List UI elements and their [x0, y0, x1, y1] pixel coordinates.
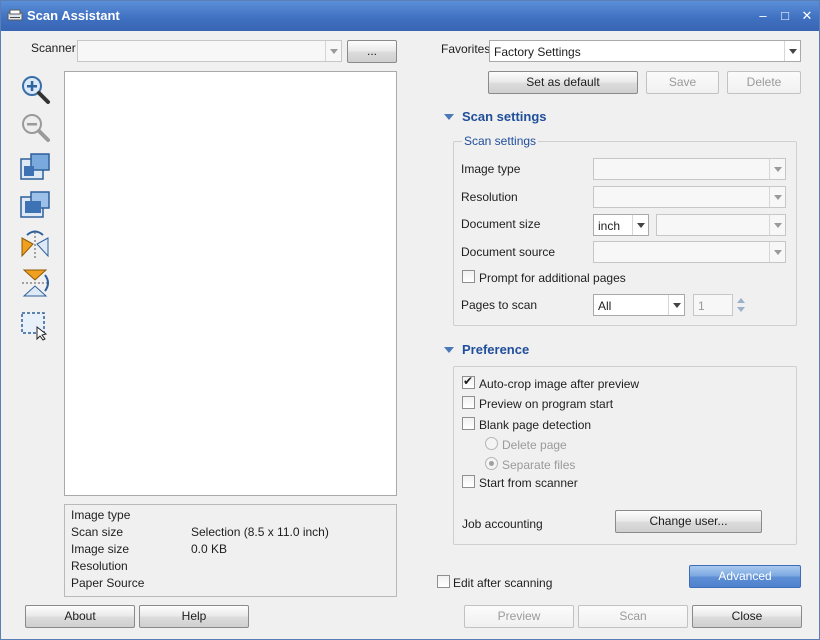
fit-page-icon[interactable] — [19, 151, 51, 183]
pages-count-spinner[interactable]: 1 — [693, 294, 745, 316]
select-area-icon[interactable] — [19, 309, 51, 341]
scanner-select[interactable] — [77, 40, 342, 62]
separate-files-radio[interactable] — [485, 457, 498, 470]
chevron-down-icon — [769, 242, 785, 262]
chevron-down-icon — [784, 41, 800, 61]
preference-heading[interactable]: Preference — [462, 342, 529, 357]
edit-after-scanning-checkbox[interactable] — [437, 575, 450, 588]
flip-horizontal-icon[interactable] — [19, 228, 51, 260]
zoom-in-icon[interactable] — [19, 73, 51, 105]
scanner-browse-button[interactable]: ... — [347, 40, 397, 63]
close-icon[interactable]: ✕ — [798, 7, 816, 25]
delete-page-radio[interactable] — [485, 437, 498, 450]
prompt-additional-pages-label[interactable]: Prompt for additional pages — [479, 271, 626, 285]
document-size-label: Document size — [461, 217, 541, 231]
about-button[interactable]: About — [25, 605, 135, 628]
autocrop-label[interactable]: Auto-crop image after preview — [479, 377, 639, 391]
favorites-value: Factory Settings — [494, 45, 581, 59]
scan-settings-group-label: Scan settings — [462, 134, 539, 148]
chevron-down-icon — [769, 187, 785, 207]
delete-button[interactable]: Delete — [727, 71, 801, 94]
document-size-select[interactable] — [656, 214, 786, 236]
flip-vertical-icon[interactable] — [19, 267, 51, 299]
preview-button[interactable]: Preview — [464, 605, 574, 628]
help-button[interactable]: Help — [139, 605, 249, 628]
scan-button[interactable]: Scan — [578, 605, 688, 628]
pages-count-value: 1 — [698, 299, 705, 313]
blank-page-checkbox[interactable] — [462, 417, 475, 430]
document-size-unit-value: inch — [598, 219, 621, 233]
close-button[interactable]: Close — [692, 605, 802, 628]
favorites-label: Favorites — [441, 42, 491, 56]
info-label-scan-size: Scan size — [71, 525, 124, 539]
chevron-down-icon — [668, 295, 684, 315]
collapse-triangle-icon[interactable] — [444, 114, 454, 120]
document-source-select[interactable] — [593, 241, 786, 263]
info-label-image-type: Image type — [71, 508, 131, 522]
minimize-icon[interactable]: – — [754, 7, 772, 25]
favorites-select[interactable]: Factory Settings — [489, 40, 801, 62]
scanner-label: Scanner — [31, 41, 76, 55]
pages-to-scan-value: All — [598, 299, 612, 313]
change-user-button[interactable]: Change user... — [615, 510, 762, 533]
image-type-select[interactable] — [593, 158, 786, 180]
window-title: Scan Assistant — [27, 8, 120, 23]
chevron-down-icon — [325, 41, 341, 61]
document-source-label: Document source — [461, 245, 556, 259]
collapse-triangle-icon[interactable] — [444, 347, 454, 353]
separate-files-label[interactable]: Separate files — [502, 458, 575, 472]
info-label-paper-source: Paper Source — [71, 576, 145, 590]
delete-page-label[interactable]: Delete page — [502, 438, 567, 452]
start-from-scanner-label[interactable]: Start from scanner — [479, 476, 578, 490]
preview-on-start-label[interactable]: Preview on program start — [479, 397, 613, 411]
pages-to-scan-select[interactable]: All — [593, 294, 685, 316]
scan-settings-heading[interactable]: Scan settings — [462, 109, 547, 124]
chevron-down-icon — [632, 215, 648, 235]
fit-width-icon[interactable] — [19, 189, 51, 221]
info-value-scan-size: Selection (8.5 x 11.0 inch) — [191, 525, 329, 539]
set-as-default-button[interactable]: Set as default — [488, 71, 638, 94]
info-label-image-size: Image size — [71, 542, 130, 556]
document-size-unit-select[interactable]: inch — [593, 214, 649, 236]
advanced-button[interactable]: Advanced — [689, 565, 801, 588]
autocrop-checkbox[interactable] — [462, 374, 475, 389]
pages-to-scan-label: Pages to scan — [461, 298, 538, 312]
preview-on-start-checkbox[interactable] — [462, 396, 475, 409]
info-label-resolution: Resolution — [71, 559, 128, 573]
prompt-additional-pages-checkbox[interactable] — [462, 270, 475, 283]
chevron-down-icon — [769, 215, 785, 235]
scanner-app-icon — [7, 9, 23, 21]
save-button[interactable]: Save — [646, 71, 719, 94]
preview-area[interactable] — [64, 71, 397, 496]
maximize-icon[interactable]: □ — [776, 7, 794, 25]
resolution-select[interactable] — [593, 186, 786, 208]
title-bar[interactable]: Scan Assistant – □ ✕ — [1, 1, 819, 31]
image-type-label: Image type — [461, 162, 521, 176]
scan-assistant-window: Scan Assistant – □ ✕ Scanner ... Image t… — [0, 0, 820, 640]
info-value-image-size: 0.0 KB — [191, 542, 228, 556]
start-from-scanner-checkbox[interactable] — [462, 475, 475, 488]
blank-page-label[interactable]: Blank page detection — [479, 418, 591, 432]
edit-after-scanning-label[interactable]: Edit after scanning — [453, 576, 552, 590]
chevron-down-icon — [769, 159, 785, 179]
zoom-out-icon[interactable] — [19, 111, 51, 143]
resolution-label: Resolution — [461, 190, 518, 204]
job-accounting-label: Job accounting — [462, 517, 543, 531]
spinner-arrows-icon[interactable] — [734, 294, 748, 316]
